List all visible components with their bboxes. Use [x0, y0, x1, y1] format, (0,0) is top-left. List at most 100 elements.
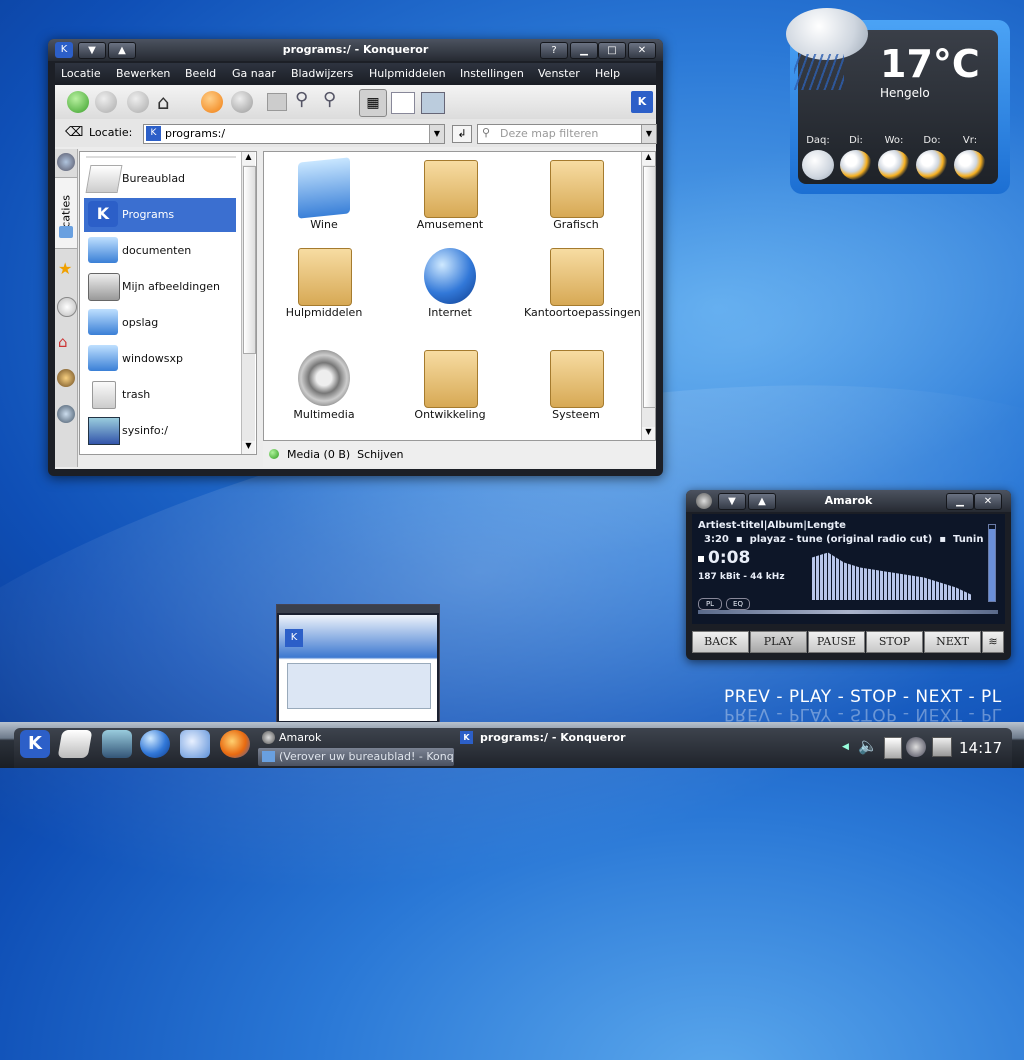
konqueror-browser-icon[interactable]: [140, 730, 170, 758]
pause-button[interactable]: PAUSE: [808, 631, 865, 653]
scroll-up-icon[interactable]: ▲: [242, 152, 255, 165]
forward-icon[interactable]: [95, 91, 117, 113]
menu-help[interactable]: Help: [595, 67, 620, 80]
stop-icon[interactable]: [231, 91, 253, 113]
file-label: Systeem: [552, 408, 600, 421]
back-icon[interactable]: [67, 91, 89, 113]
close-button[interactable]: ✕: [628, 42, 656, 59]
place-mijn-afbeeldingen[interactable]: Mijn afbeeldingen: [84, 270, 236, 304]
minimize-button[interactable]: ▁: [570, 42, 598, 59]
filter-combobox[interactable]: ⚲ Deze map filteren ▼: [477, 124, 657, 144]
places-panel: Bureaublad K Programs documenten Mijn af…: [79, 151, 257, 455]
seek-bar[interactable]: [698, 610, 998, 614]
back-button[interactable]: BACK: [692, 631, 749, 653]
file-item[interactable]: Ontwikkeling: [390, 342, 510, 432]
taskbar-item-konqueror-programs[interactable]: K programs:/ - Konqueror: [458, 729, 648, 747]
clipboard-icon[interactable]: [884, 737, 902, 759]
amarok-tray-icon[interactable]: [906, 737, 926, 757]
equalizer-toggle-button[interactable]: EQ: [726, 598, 750, 610]
location-combobox[interactable]: K programs:/ ▼: [143, 124, 445, 144]
preview-view-icon[interactable]: [421, 92, 445, 114]
file-item[interactable]: Wine: [264, 152, 384, 242]
sidebar-tab-home-folder-icon[interactable]: ⌂: [58, 333, 68, 351]
clear-location-icon[interactable]: ⌫: [65, 125, 83, 140]
scroll-thumb[interactable]: [643, 166, 656, 408]
file-item[interactable]: Grafisch: [516, 152, 636, 242]
task-preview-thumbnail[interactable]: K: [276, 604, 440, 724]
place-documenten[interactable]: documenten: [84, 234, 236, 268]
up-icon[interactable]: [127, 91, 149, 113]
volume-icon[interactable]: 🔈: [858, 736, 878, 756]
file-item[interactable]: Multimedia: [264, 342, 384, 432]
location-dropdown-icon[interactable]: ▼: [429, 125, 444, 143]
place-sysinfo[interactable]: sysinfo:/: [84, 414, 236, 448]
maximize-button[interactable]: □: [598, 42, 626, 59]
file-item[interactable]: Amusement: [390, 152, 510, 242]
zoom-out-icon[interactable]: ⚲: [323, 89, 336, 110]
go-icon[interactable]: ↲: [452, 125, 472, 143]
kmenu-icon[interactable]: K: [20, 730, 50, 758]
system-monitor-icon[interactable]: [102, 730, 132, 758]
help-button[interactable]: ?: [540, 42, 568, 59]
zoom-in-icon[interactable]: ⚲: [295, 89, 308, 110]
stop-button[interactable]: STOP: [866, 631, 923, 653]
firefox-icon[interactable]: [220, 730, 250, 758]
place-windowsxp[interactable]: windowsxp: [84, 342, 236, 376]
menu-hulpmiddelen[interactable]: Hulpmiddelen: [369, 67, 446, 80]
visualization-icon[interactable]: ≋: [982, 631, 1004, 653]
icon-view-icon[interactable]: ▦: [359, 89, 387, 117]
menu-beeld[interactable]: Beeld: [185, 67, 216, 80]
amarok-titlebar[interactable]: ▼ ▲ Amarok ▁ ✕: [686, 490, 1011, 512]
close-button[interactable]: ✕: [974, 493, 1002, 510]
places-scrollbar[interactable]: ▲ ▼: [241, 152, 256, 454]
next-button[interactable]: NEXT: [924, 631, 981, 653]
place-label: Mijn afbeeldingen: [122, 280, 220, 293]
sidebar-tab-places[interactable]: locaties: [55, 177, 77, 249]
place-opslag[interactable]: opslag: [84, 306, 236, 340]
sidebar-tab-network-icon[interactable]: [57, 405, 75, 423]
sidebar-tab-services-icon[interactable]: [57, 369, 75, 387]
menu-bewerken[interactable]: Bewerken: [116, 67, 170, 80]
menu-venster[interactable]: Venster: [538, 67, 580, 80]
calendar-tray-icon[interactable]: [932, 737, 952, 757]
reload-icon[interactable]: [201, 91, 223, 113]
menu-locatie[interactable]: Locatie: [61, 67, 101, 80]
sidebar-tab-home-icon[interactable]: [57, 153, 75, 171]
print-icon[interactable]: [267, 93, 287, 111]
mail-client-icon[interactable]: [180, 730, 210, 758]
filter-input[interactable]: Deze map filteren: [500, 127, 598, 140]
menu-instellingen[interactable]: Instellingen: [460, 67, 524, 80]
taskbar-item-amarok[interactable]: Amarok: [258, 729, 454, 747]
sidebar-tab-bookmarks-icon[interactable]: ★: [58, 259, 72, 278]
file-item[interactable]: Systeem: [516, 342, 636, 432]
filter-dropdown-icon[interactable]: ▼: [641, 125, 656, 143]
scroll-up-icon[interactable]: ▲: [642, 152, 655, 165]
detail-view-icon[interactable]: [391, 92, 415, 114]
systray-expand-icon[interactable]: ◀: [842, 742, 849, 752]
minimize-button[interactable]: ▁: [946, 493, 974, 510]
scroll-down-icon[interactable]: ▼: [642, 427, 655, 440]
place-bureaublad[interactable]: Bureaublad: [84, 162, 236, 196]
playlist-toggle-button[interactable]: PL: [698, 598, 722, 610]
location-input[interactable]: programs:/: [165, 127, 225, 140]
sun-cloud-icon: [840, 150, 872, 180]
menu-ga-naar[interactable]: Ga naar: [232, 67, 276, 80]
scroll-down-icon[interactable]: ▼: [242, 441, 255, 454]
file-item[interactable]: Kantoortoepassingen: [516, 240, 641, 330]
file-item[interactable]: Internet: [390, 240, 510, 330]
konqueror-titlebar[interactable]: K ▼ ▲ programs:/ - Konqueror ? ▁ □ ✕: [48, 39, 663, 61]
taskbar-item-konqueror-welcome[interactable]: (Verover uw bureaublad! - Konq: [258, 748, 454, 766]
home-icon[interactable]: ⌂: [157, 91, 179, 113]
file-view-scrollbar[interactable]: ▲ ▼: [641, 152, 656, 440]
place-trash[interactable]: trash: [84, 378, 236, 412]
volume-slider[interactable]: [988, 524, 996, 602]
clock[interactable]: 14:17: [959, 739, 1002, 757]
place-programs[interactable]: K Programs: [84, 198, 236, 232]
play-button[interactable]: PLAY: [750, 631, 807, 653]
file-item[interactable]: Hulpmiddelen: [264, 240, 384, 330]
task-label: programs:/ - Konqueror: [480, 731, 626, 744]
desktop-pencil-icon[interactable]: [57, 730, 93, 758]
menu-bladwijzers[interactable]: Bladwijzers: [291, 67, 353, 80]
sidebar-tab-history-icon[interactable]: [57, 297, 77, 317]
scroll-thumb[interactable]: [243, 166, 256, 354]
